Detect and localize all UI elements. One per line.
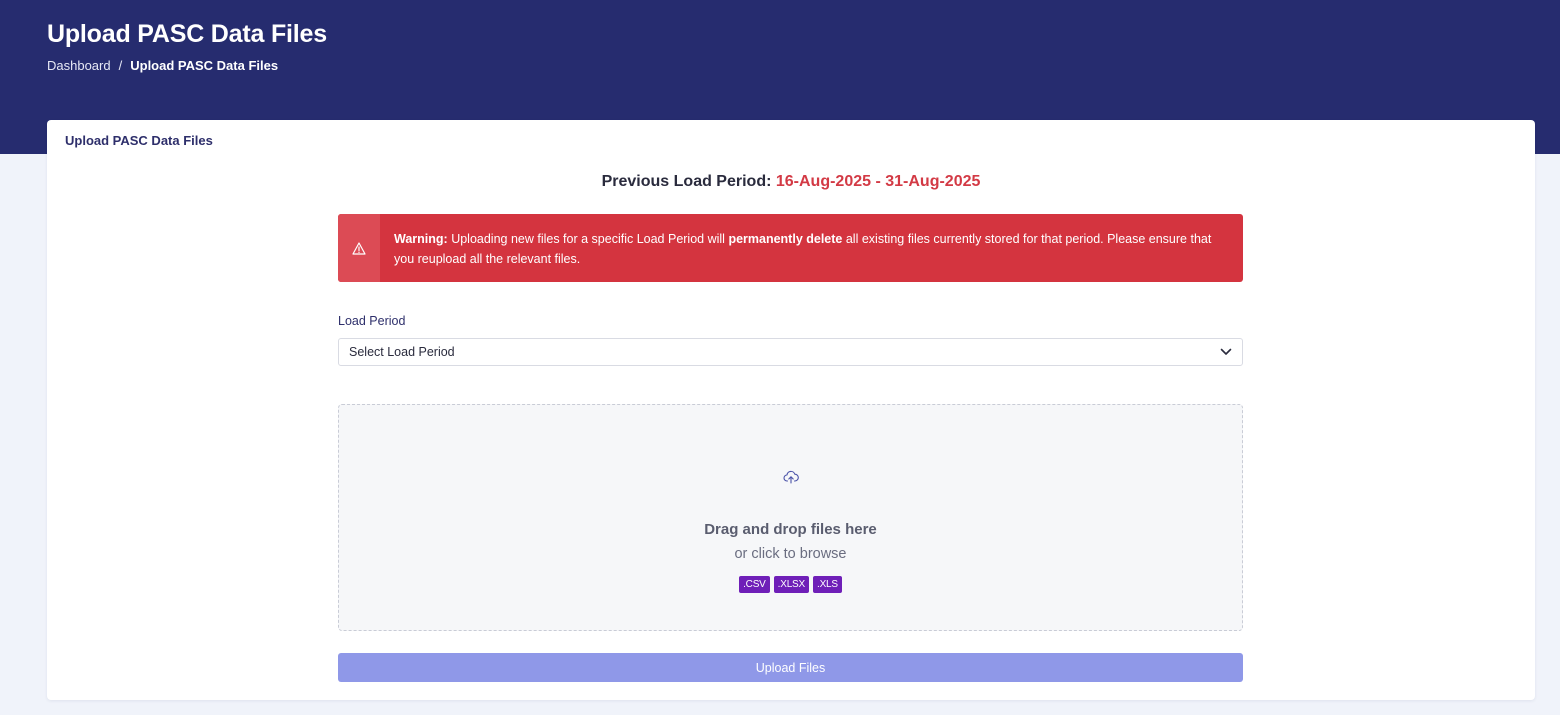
previous-load-period: Previous Load Period: 16-Aug-2025 - 31-A… [47,173,1535,191]
file-type-badges: .CSV .XLSX .XLS [339,576,1242,593]
breadcrumb-current: Upload PASC Data Files [130,58,279,73]
cloud-upload-icon [783,470,799,484]
breadcrumb: Dashboard / Upload PASC Data Files [47,58,278,73]
file-type-badge-xls: .XLS [813,576,842,593]
warning-icon-box [338,214,380,282]
warning-alert: Warning: Uploading new files for a speci… [338,214,1243,282]
card-title: Upload PASC Data Files [65,133,213,148]
load-period-label: Load Period [338,314,406,328]
chevron-down-icon [1220,348,1232,355]
warning-triangle-icon [352,241,366,255]
breadcrumb-dashboard-link[interactable]: Dashboard [47,58,111,73]
previous-load-period-label: Previous Load Period: [601,173,772,190]
load-period-selected-value: Select Load Period [349,345,455,359]
previous-load-period-value: 16-Aug-2025 - 31-Aug-2025 [775,173,981,190]
load-period-select[interactable]: Select Load Period [338,338,1243,366]
dropzone-sub-text: or click to browse [734,546,847,562]
file-type-badge-csv: .CSV [739,576,770,593]
warning-text-1: Uploading new files for a specific Load … [451,232,725,246]
file-dropzone[interactable]: Drag and drop files here or click to bro… [338,404,1243,631]
dropzone-main-text: Drag and drop files here [704,521,877,538]
upload-files-button[interactable]: Upload Files [338,653,1243,682]
warning-message: Warning: Uploading new files for a speci… [380,214,1243,282]
upload-card: Upload PASC Data Files Previous Load Per… [47,120,1535,700]
breadcrumb-separator: / [118,58,123,73]
file-type-badge-xlsx: .XLSX [773,576,809,593]
warning-lead: Warning: [394,232,448,246]
page-title: Upload PASC Data Files [47,20,327,48]
warning-emphasis: permanently delete [728,232,843,246]
